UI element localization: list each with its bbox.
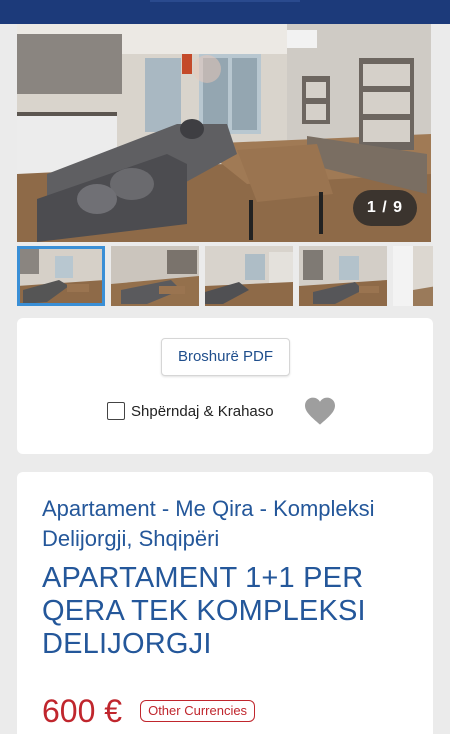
listing-title: APARTAMENT 1+1 PER QERA TEK KOMPLEKSI DE… <box>42 562 366 660</box>
listing-info-card: Apartament - Me Qira - Kompleksi Delijor… <box>17 472 433 734</box>
main-gallery-photo[interactable]: 1 / 9 <box>17 24 431 242</box>
status-bar-hint <box>150 0 300 2</box>
thumbnail-5[interactable] <box>393 246 433 306</box>
photo-counter: 1 / 9 <box>352 190 417 226</box>
share-compare-toggle[interactable]: Shpërndaj & Krahaso <box>107 398 274 424</box>
actions-card: Broshurë PDF Shpërndaj & Krahaso <box>17 318 433 454</box>
share-compare-label: Shpërndaj & Krahaso <box>131 402 274 420</box>
listing-subtitle[interactable]: Apartament - Me Qira - Kompleksi Delijor… <box>42 494 412 554</box>
thumbnail-1[interactable] <box>17 246 105 306</box>
top-navigation-bar <box>0 0 450 24</box>
brochure-pdf-button[interactable]: Broshurë PDF <box>161 338 290 376</box>
heart-icon[interactable] <box>303 396 337 426</box>
other-currencies-button[interactable]: Other Currencies <box>140 700 256 722</box>
thumbnail-2[interactable] <box>111 246 199 306</box>
thumbnail-4[interactable] <box>299 246 387 306</box>
thumbnail-strip[interactable] <box>17 246 433 306</box>
thumbnail-3[interactable] <box>205 246 293 306</box>
price-row: 600 € Other Currencies <box>42 692 256 730</box>
share-compare-checkbox[interactable] <box>107 402 125 420</box>
listing-price: 600 € <box>42 693 123 729</box>
